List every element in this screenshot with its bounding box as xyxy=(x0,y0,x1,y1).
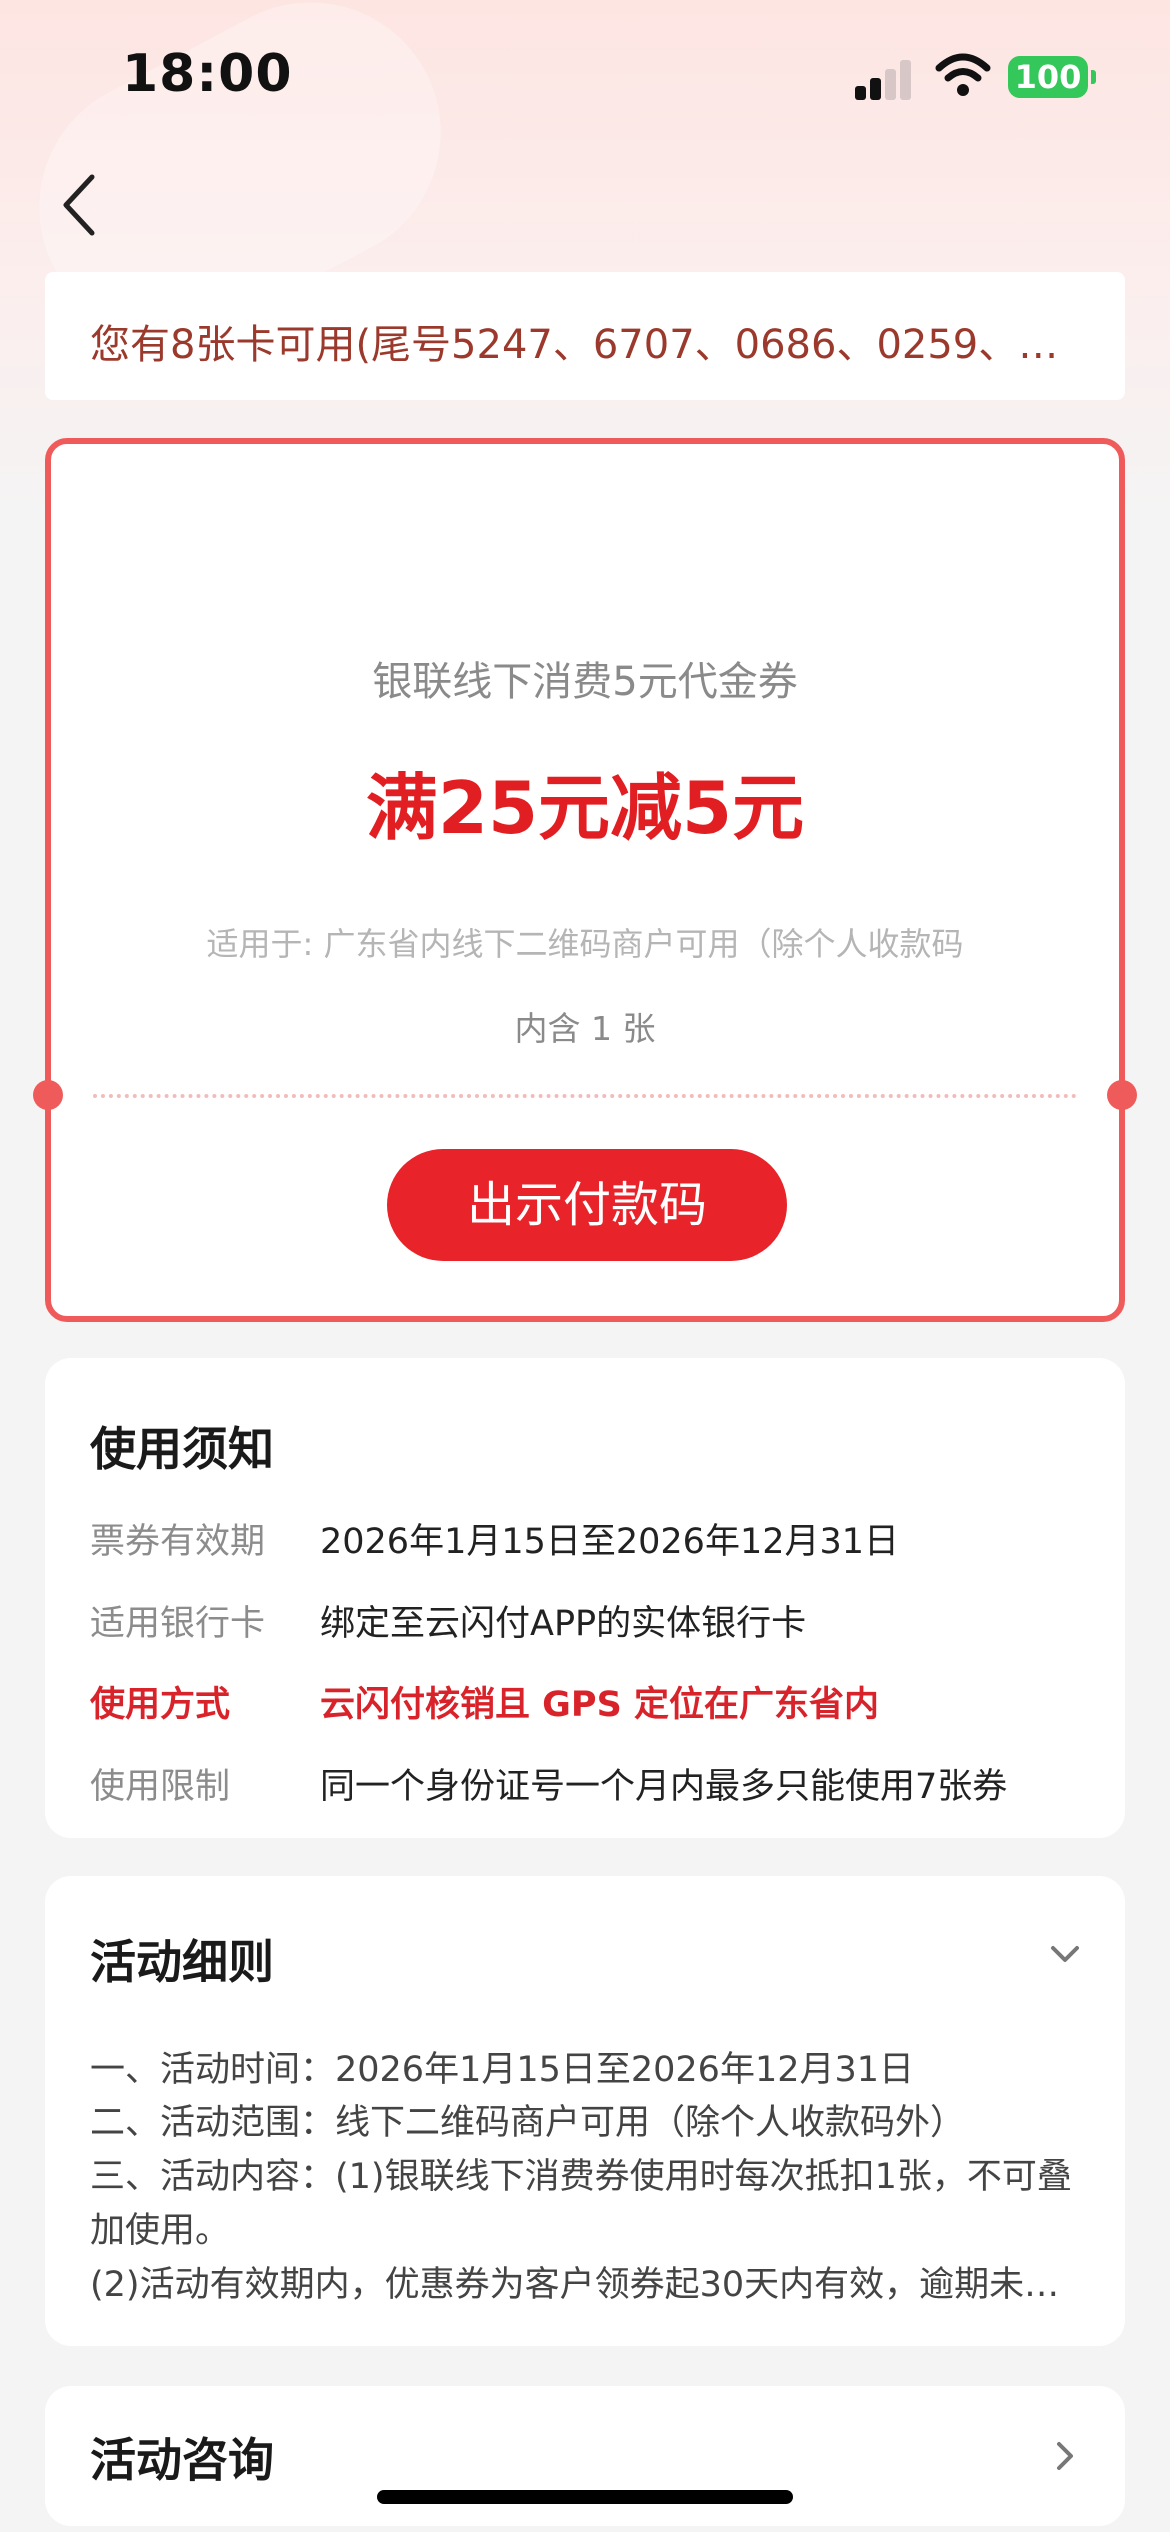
usage-row-value: 同一个身份证号一个月内最多只能使用7张券 xyxy=(320,1767,1008,1807)
rule-line: 二、活动范围：线下二维码商户可用（除个人收款码外） xyxy=(90,2103,966,2143)
usage-row-value: 云闪付核销且 GPS 定位在广东省内 xyxy=(320,1685,879,1725)
chevron-left-icon xyxy=(63,174,95,236)
chevron-right-icon xyxy=(1057,2442,1073,2470)
coupon-card: 银联线下消费5元代金券 满25元减5元 适用于: 广东省内线下二维码商户可用（除… xyxy=(33,438,1137,1322)
coupon-name: 银联线下消费5元代金券 xyxy=(372,659,798,705)
coupon-quantity: 内含 1 张 xyxy=(514,1009,656,1048)
available-cards-notice[interactable]: 您有8张卡可用(尾号5247、6707、0686、0259、… xyxy=(45,272,1125,400)
usage-row-value: 2026年1月15日至2026年12月31日 xyxy=(320,1522,900,1562)
usage-row-label: 使用方式 xyxy=(90,1685,231,1725)
coupon-perforation xyxy=(93,1094,1077,1098)
coupon-notch-right xyxy=(1107,1080,1137,1110)
coupon-value: 满25元减5元 xyxy=(365,766,805,850)
activity-consult-title: 活动咨询 xyxy=(90,2433,274,2487)
chevron-down-icon[interactable] xyxy=(1045,1934,1085,1974)
back-button[interactable] xyxy=(50,165,120,245)
available-cards-text: 您有8张卡可用(尾号5247、6707、0686、0259、… xyxy=(90,322,1059,368)
usage-row-value: 绑定至云闪付APP的实体银行卡 xyxy=(320,1604,807,1644)
usage-row-label: 适用银行卡 xyxy=(90,1604,266,1644)
rule-line: 加使用。 xyxy=(90,2211,231,2251)
usage-row-label: 票券有效期 xyxy=(90,1522,266,1562)
rule-line: (2)活动有效期内，优惠券为客户领券起30天内有效，逾期未… xyxy=(90,2265,1060,2305)
home-indicator xyxy=(377,2490,793,2504)
battery-icon: 100 xyxy=(1008,56,1096,98)
activity-rules-title: 活动细则 xyxy=(90,1935,274,1989)
rule-line: 三、活动内容：(1)银联线下消费券使用时每次抵扣1张，不可叠 xyxy=(90,2157,1072,2197)
activity-rules-panel: 活动细则 一、活动时间：2026年1月15日至2026年12月31日 二、活动范… xyxy=(45,1876,1125,2346)
status-time: 18:00 xyxy=(122,44,293,104)
usage-row-label: 使用限制 xyxy=(90,1767,231,1807)
cellular-signal-icon xyxy=(855,58,915,100)
show-payment-code-button[interactable]: 出示付款码 xyxy=(387,1149,787,1261)
coupon-scope: 适用于: 广东省内线下二维码商户可用（除个人收款码 xyxy=(206,925,964,963)
status-bar: 18:00 100 xyxy=(0,0,1170,150)
activity-consult-panel[interactable]: 活动咨询 xyxy=(45,2386,1125,2526)
usage-notes-panel: 使用须知 票券有效期 2026年1月15日至2026年12月31日 适用银行卡 … xyxy=(45,1358,1125,1838)
wifi-icon xyxy=(935,53,991,96)
usage-notes-title: 使用须知 xyxy=(90,1422,274,1476)
rule-line: 一、活动时间：2026年1月15日至2026年12月31日 xyxy=(90,2050,915,2090)
coupon-notch-left xyxy=(33,1080,63,1110)
